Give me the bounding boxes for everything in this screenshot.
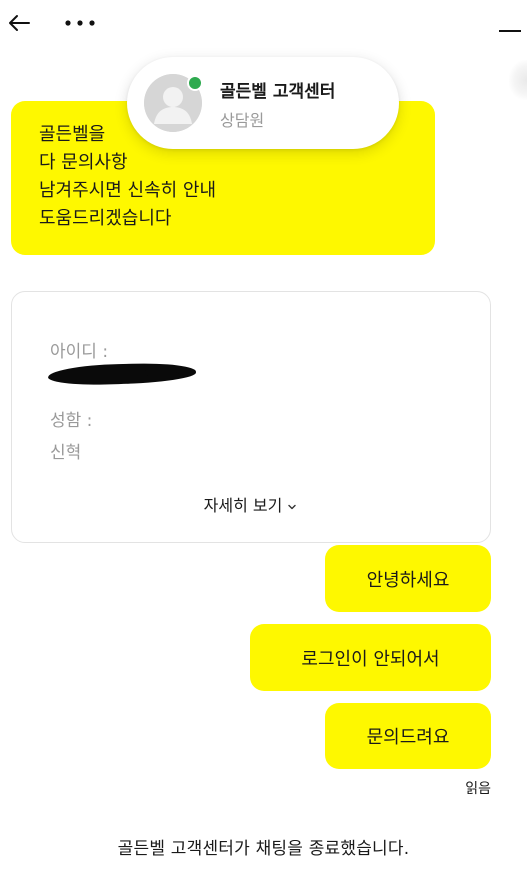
name-value: 신혁: [50, 443, 82, 463]
view-details-button[interactable]: 자세히 보기: [12, 492, 490, 516]
greeting-line: 다 문의사항: [39, 152, 128, 173]
name-label: 성함 :: [50, 411, 93, 431]
edge-shadow: [509, 60, 527, 100]
user-message-bubble: 로그인이 안되어서: [250, 624, 491, 691]
online-status-dot: [187, 75, 203, 91]
minimize-button[interactable]: [497, 18, 523, 42]
arrow-left-icon: [9, 15, 30, 31]
redacted-id-value: [47, 362, 197, 386]
agent-role: 상담원: [220, 111, 265, 130]
chevron-down-icon: [288, 504, 297, 509]
user-message-bubble: 문의드려요: [325, 703, 491, 769]
chat-screen: 골든벨을 다 문의사항 남겨주시면 신속히 안내 도움드리겠습니다 골든벨 고객…: [0, 0, 527, 890]
greeting-line: 남겨주시면 신속히 안내: [39, 180, 217, 201]
message-text: 로그인이 안되어서: [301, 648, 440, 670]
message-text: 문의드려요: [366, 727, 450, 748]
view-details-label: 자세히 보기: [203, 496, 283, 515]
id-label: 아이디 :: [50, 342, 109, 362]
customer-info-card: 아이디 : 성함 : 신혁 자세히 보기: [11, 291, 491, 543]
back-button[interactable]: [4, 8, 34, 38]
user-message-bubble: 안녕하세요: [325, 545, 491, 612]
message-text: 안녕하세요: [366, 569, 450, 591]
agent-profile-card[interactable]: 골든벨 고객센터 상담원: [127, 57, 399, 149]
greeting-line: 도움드리겠습니다: [39, 208, 172, 229]
read-receipt: 읽음: [465, 781, 491, 797]
chat-ended-notice: 골든벨 고객센터가 채팅을 종료했습니다.: [117, 839, 410, 859]
more-horizontal-icon: [65, 20, 95, 26]
agent-name: 골든벨 고객센터: [220, 82, 336, 102]
more-options-button[interactable]: [58, 8, 102, 38]
